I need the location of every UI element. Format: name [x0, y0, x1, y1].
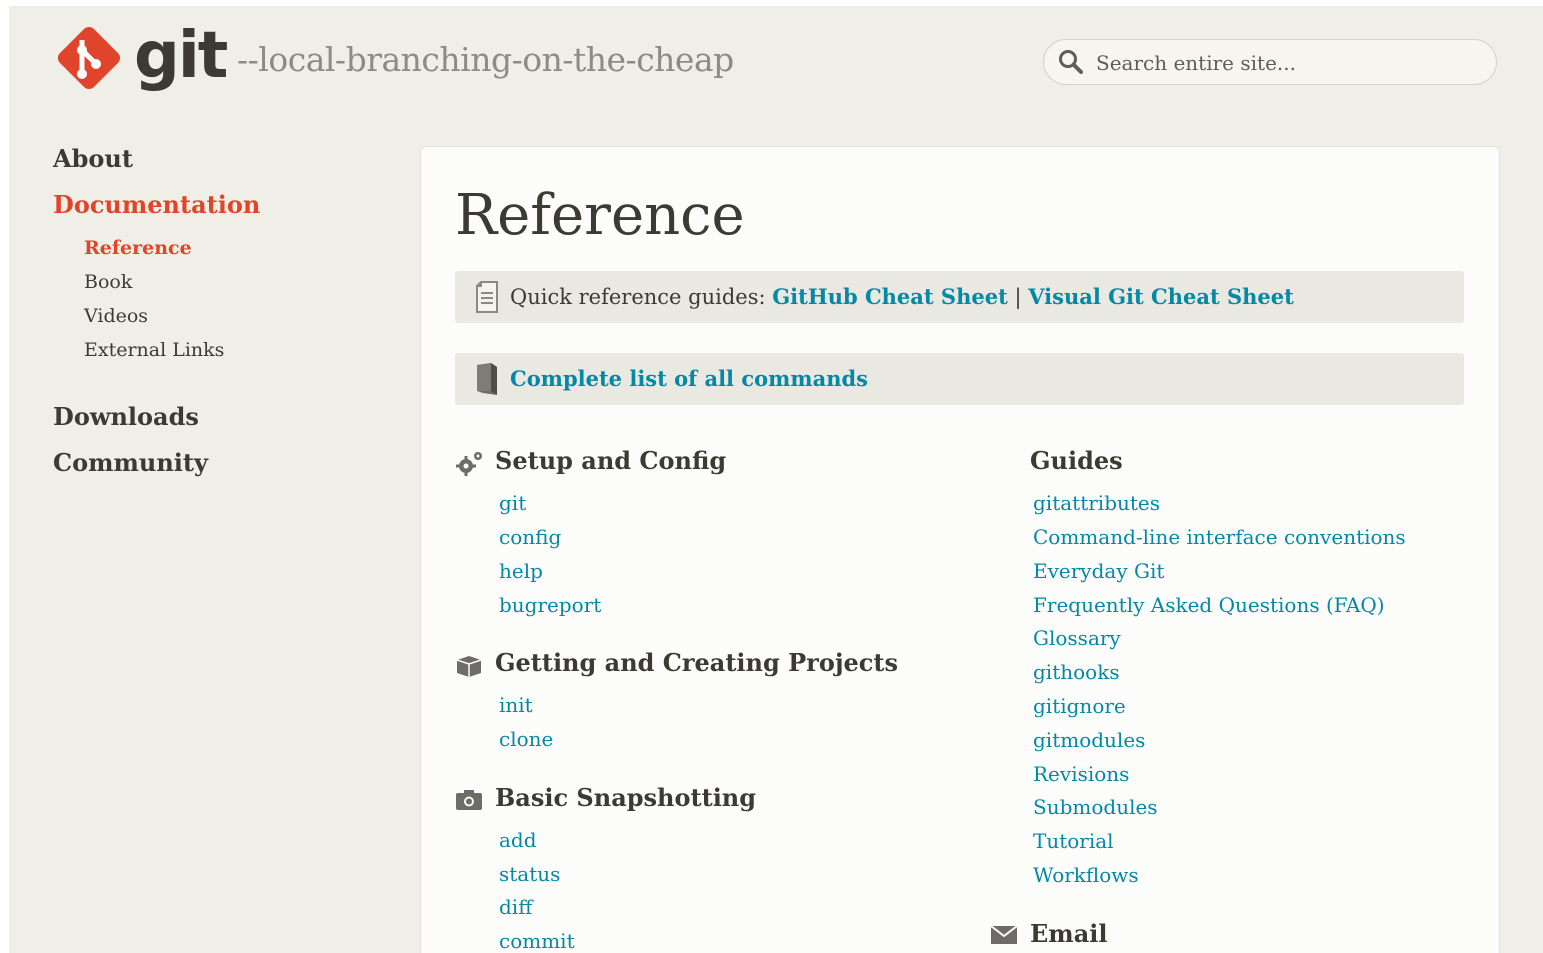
command-link-add[interactable]: add — [499, 826, 537, 854]
quick-reference-text: Quick reference guides: GitHub Cheat She… — [510, 283, 1294, 311]
quick-reference-prefix: Quick reference guides: — [510, 285, 773, 309]
command-link-git[interactable]: git — [499, 489, 526, 517]
section-guides: Guides — [1030, 446, 1123, 475]
guide-link-gitattributes[interactable]: gitattributes — [1033, 489, 1160, 517]
command-link-init[interactable]: init — [499, 691, 533, 719]
all-commands-callout: Complete list of all commands — [455, 353, 1464, 405]
guide-link-tutorial[interactable]: Tutorial — [1033, 827, 1114, 855]
page: git --local-branching-on-the-cheap About… — [9, 6, 1543, 953]
search-input[interactable] — [1094, 46, 1478, 80]
guide-link-gitmodules[interactable]: gitmodules — [1033, 726, 1145, 754]
site-tagline: --local-branching-on-the-cheap — [237, 40, 734, 79]
nav-book[interactable]: Book — [84, 268, 132, 296]
section-getting-and-creating-projects: Getting and Creating Projects — [495, 648, 898, 677]
guide-link-workflows[interactable]: Workflows — [1033, 861, 1139, 889]
section-basic-snapshotting: Basic Snapshotting — [495, 783, 757, 812]
all-commands-link[interactable]: Complete list of all commands — [510, 365, 868, 393]
command-link-diff[interactable]: diff — [499, 893, 532, 921]
box-icon — [456, 656, 482, 677]
nav-videos[interactable]: Videos — [84, 302, 148, 330]
nav-downloads[interactable]: Downloads — [53, 400, 199, 434]
nav-about[interactable]: About — [53, 142, 133, 176]
command-link-bugreport[interactable]: bugreport — [499, 591, 601, 619]
command-link-clone[interactable]: clone — [499, 725, 553, 753]
link-separator: | — [1007, 285, 1029, 309]
guide-link-glossary[interactable]: Glossary — [1033, 624, 1121, 652]
command-link-commit[interactable]: commit — [499, 927, 575, 953]
camera-icon — [456, 790, 482, 810]
guide-link-cli-conventions[interactable]: Command-line interface conventions — [1033, 523, 1406, 551]
guide-link-githooks[interactable]: githooks — [1033, 658, 1120, 686]
nav-community[interactable]: Community — [53, 446, 208, 480]
command-link-config[interactable]: config — [499, 523, 561, 551]
visual-git-cheat-sheet-link[interactable]: Visual Git Cheat Sheet — [1028, 284, 1294, 309]
git-logo-icon — [57, 26, 121, 90]
command-link-help[interactable]: help — [499, 557, 543, 585]
document-icon — [476, 281, 498, 313]
github-cheat-sheet-link[interactable]: GitHub Cheat Sheet — [772, 284, 1008, 309]
nav-external-links[interactable]: External Links — [84, 336, 224, 364]
quick-reference-callout: Quick reference guides: GitHub Cheat She… — [455, 271, 1464, 323]
section-setup-and-config: Setup and Config — [495, 446, 727, 475]
guide-link-revisions[interactable]: Revisions — [1033, 760, 1129, 788]
guide-link-gitignore[interactable]: gitignore — [1033, 692, 1126, 720]
nav-documentation[interactable]: Documentation — [53, 188, 260, 222]
search-box[interactable] — [1043, 39, 1497, 85]
envelope-icon — [990, 925, 1018, 944]
page-title: Reference — [455, 183, 745, 248]
guide-link-everyday-git[interactable]: Everyday Git — [1033, 557, 1164, 585]
main-content: Reference Quick reference guides: GitHub… — [420, 146, 1500, 953]
guide-link-faq[interactable]: Frequently Asked Questions (FAQ) — [1033, 591, 1385, 619]
search-icon — [1059, 50, 1083, 74]
book-icon — [477, 363, 497, 395]
logo-wordmark: git — [134, 19, 228, 93]
gears-icon — [456, 452, 482, 476]
guide-link-submodules[interactable]: Submodules — [1033, 793, 1158, 821]
section-email: Email — [1030, 919, 1108, 948]
command-link-status[interactable]: status — [499, 860, 560, 888]
nav-reference[interactable]: Reference — [84, 234, 192, 262]
